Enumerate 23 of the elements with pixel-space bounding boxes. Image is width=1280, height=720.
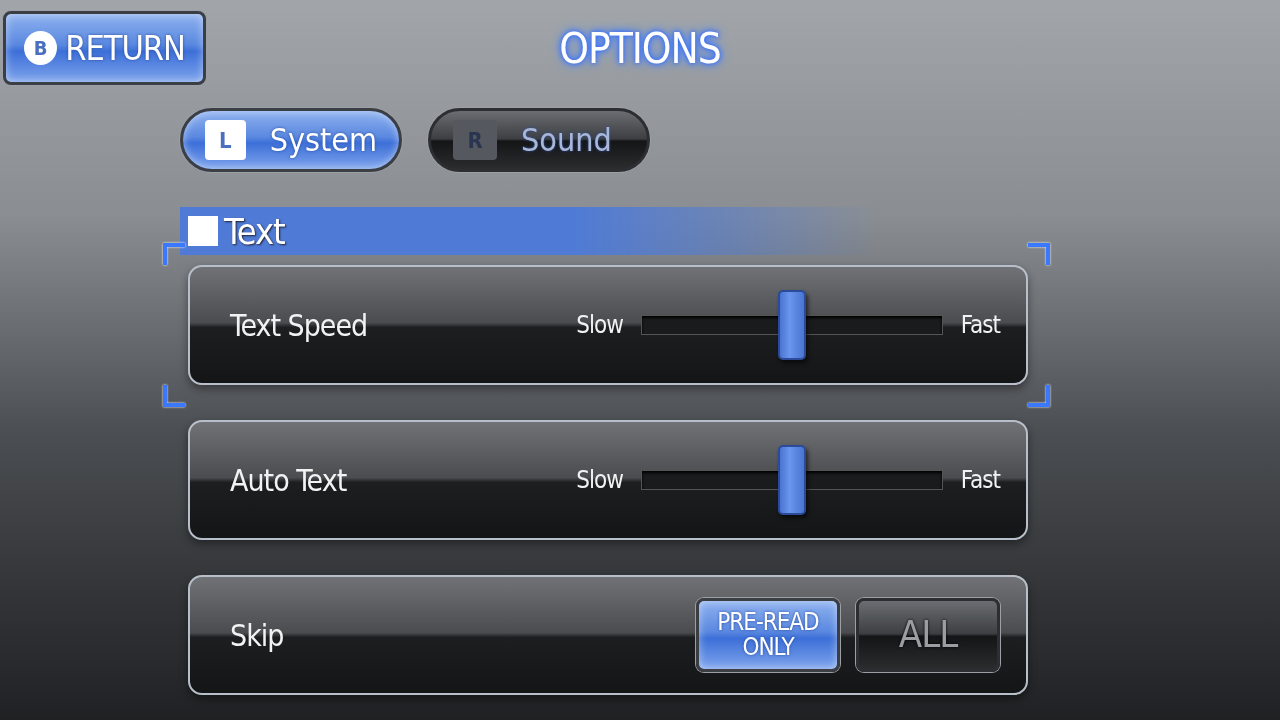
slow-label: Slow bbox=[576, 311, 623, 339]
setting-label: Auto Text bbox=[230, 462, 348, 498]
setting-label: Text Speed bbox=[230, 307, 369, 343]
setting-row[interactable]: Skip PRE-READ ONLY ALL bbox=[188, 575, 1028, 695]
square-icon bbox=[188, 216, 218, 246]
key-badge: B bbox=[24, 31, 58, 65]
setting-label: Skip bbox=[230, 617, 285, 653]
slider[interactable] bbox=[640, 290, 943, 360]
section-label: Text bbox=[224, 210, 285, 252]
slider-thumb[interactable] bbox=[777, 290, 806, 360]
return-button[interactable]: B RETURN bbox=[3, 11, 206, 85]
option-button[interactable]: ALL bbox=[856, 598, 1000, 672]
tab[interactable]: L System bbox=[180, 108, 402, 172]
slider-thumb[interactable] bbox=[777, 445, 806, 515]
fast-label: Fast bbox=[960, 466, 1000, 494]
setting-row[interactable]: Auto Text Slow Fast bbox=[188, 420, 1028, 540]
setting-row[interactable]: Text Speed Slow Fast bbox=[188, 265, 1028, 385]
key-badge: L bbox=[205, 120, 246, 160]
fast-label: Fast bbox=[960, 311, 1000, 339]
page-title: OPTIONS bbox=[559, 23, 721, 73]
slider[interactable] bbox=[640, 445, 943, 515]
slow-label: Slow bbox=[576, 466, 623, 494]
option-button[interactable]: PRE-READ ONLY bbox=[696, 598, 840, 672]
